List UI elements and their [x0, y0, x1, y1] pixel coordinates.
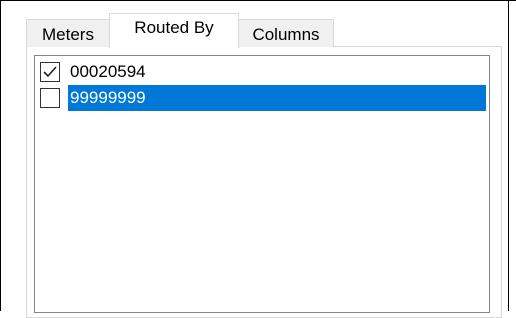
window-border-top [0, 0, 516, 1]
list-item-checkbox[interactable] [40, 88, 60, 108]
routed-by-checked-list[interactable]: 00020594 99999999 [34, 55, 490, 313]
list-item-checkbox[interactable] [40, 62, 60, 82]
list-item-label: 99999999 [68, 85, 486, 111]
tab-columns-label: Columns [252, 25, 320, 44]
window-frame: Meters Routed By Columns 00020594 999999… [0, 0, 516, 318]
tab-meters-label: Meters [42, 25, 94, 44]
tab-columns[interactable]: Columns [238, 19, 334, 47]
window-border-right [508, 0, 509, 311]
list-item-label: 00020594 [70, 62, 146, 81]
window-border-left [0, 0, 1, 311]
tab-meters[interactable]: Meters [26, 19, 110, 47]
list-item[interactable]: 00020594 [35, 59, 489, 85]
tab-routed-by[interactable]: Routed By [109, 13, 239, 48]
tab-routed-by-label: Routed By [134, 18, 214, 37]
list-item[interactable]: 99999999 [35, 85, 489, 111]
check-mark-icon [43, 66, 57, 78]
